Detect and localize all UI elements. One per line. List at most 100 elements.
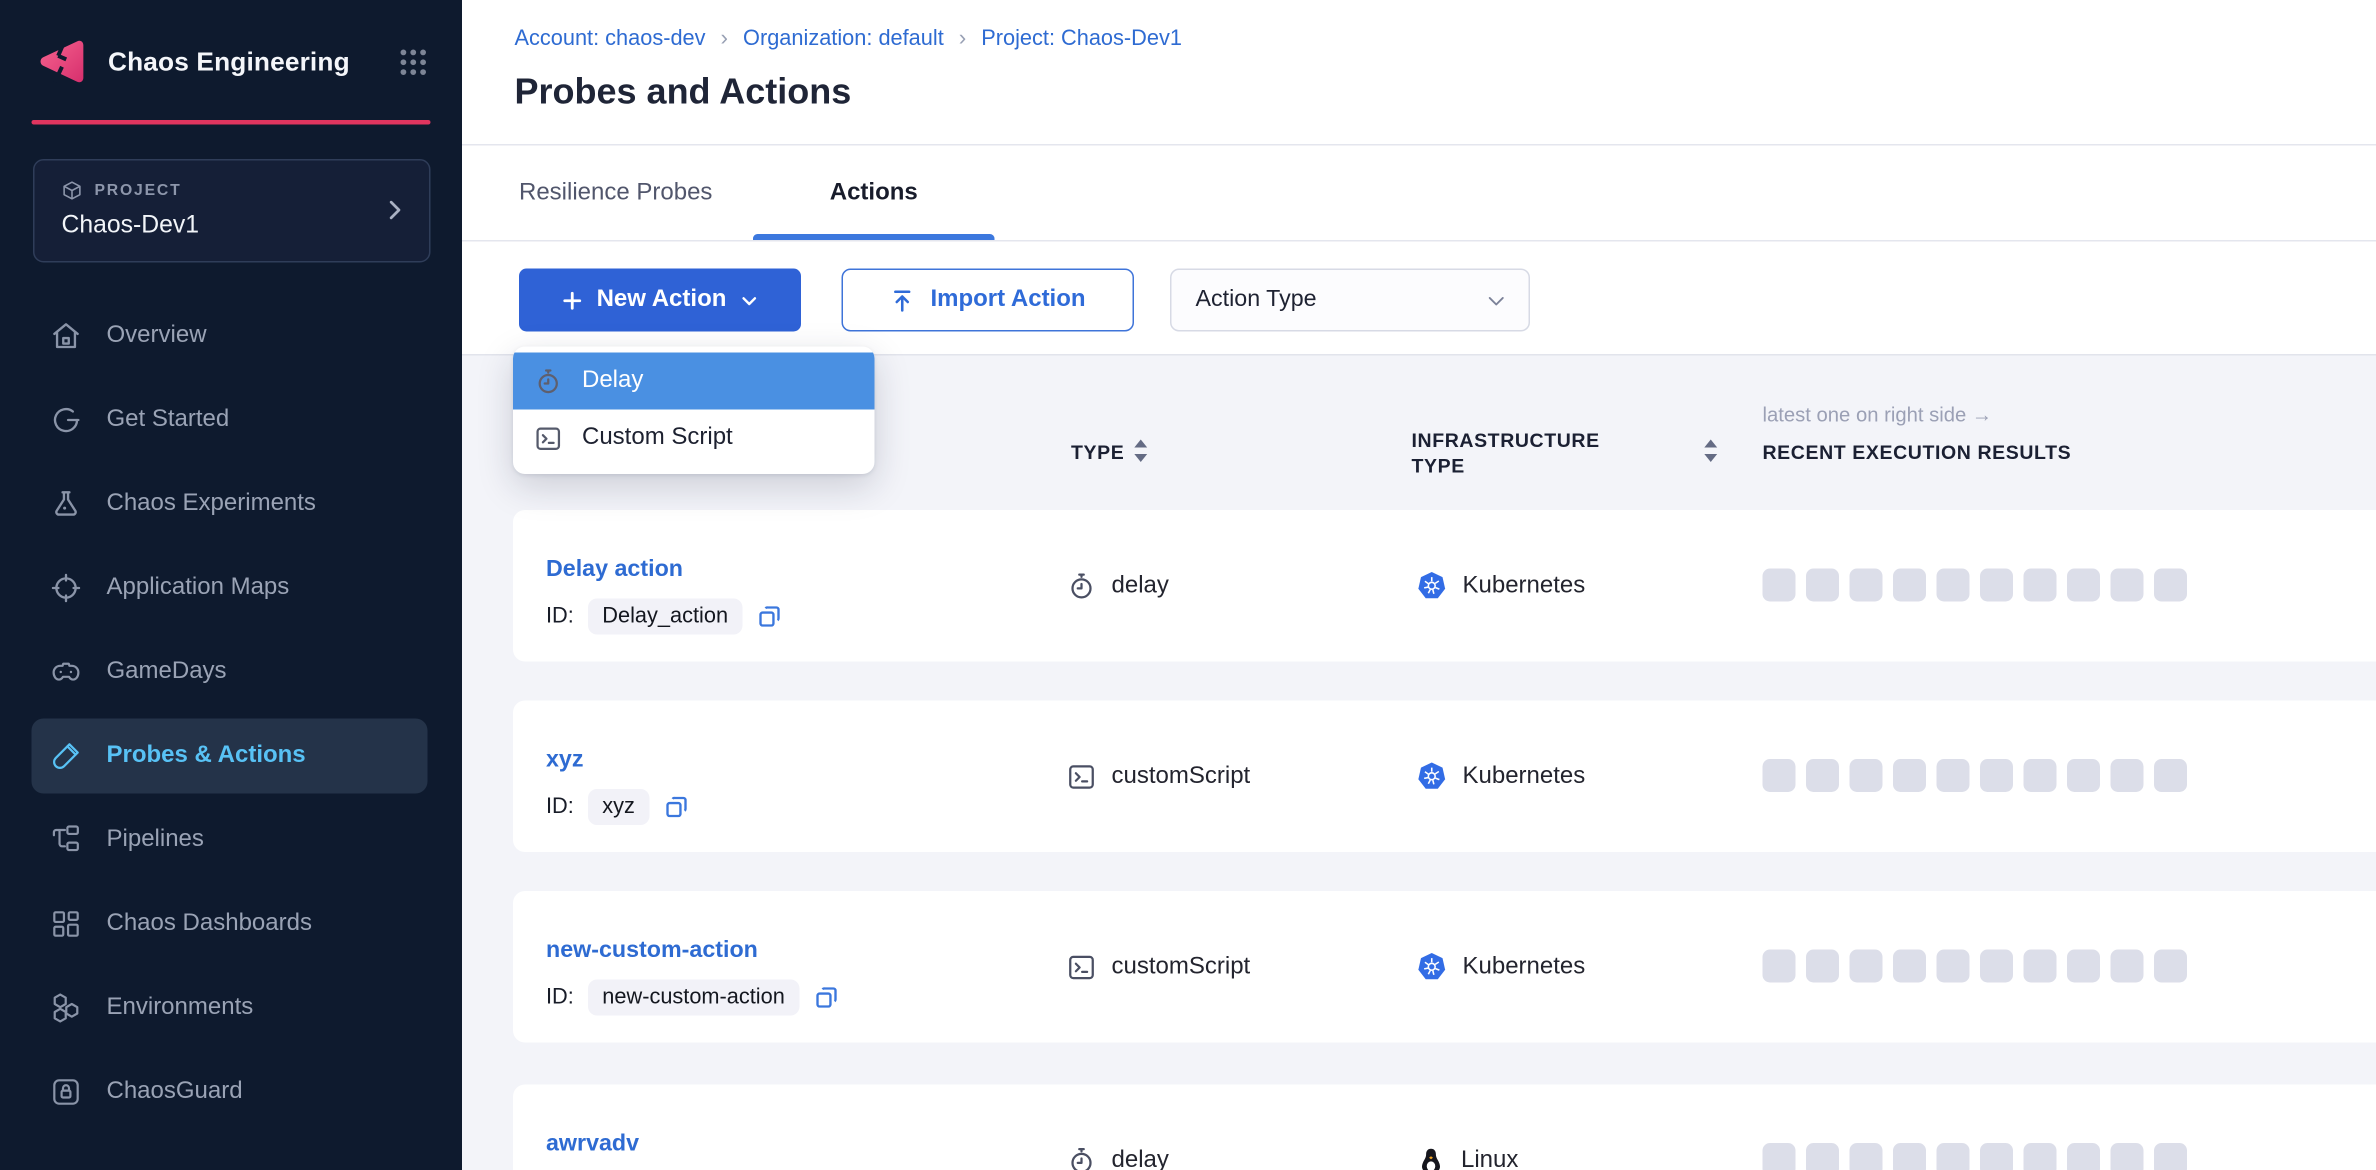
upload-icon bbox=[890, 287, 916, 313]
brand-header: Chaos Engineering bbox=[0, 0, 462, 123]
sidebar-item-chaos-dashboards[interactable]: Chaos Dashboards bbox=[0, 882, 462, 966]
import-action-button[interactable]: Import Action bbox=[842, 269, 1135, 332]
action-type-cell: delay bbox=[1067, 1085, 1169, 1170]
test-tube-icon bbox=[50, 740, 83, 773]
recent-execution-placeholders bbox=[1763, 569, 2188, 602]
action-id-value: new-custom-action bbox=[587, 980, 800, 1016]
action-name-link[interactable]: new-custom-action bbox=[546, 938, 758, 965]
sidebar: Chaos Engineering PROJECT Chaos-Dev1 bbox=[0, 0, 462, 1170]
actions-table: TYPE INFRASTRUCTURE TYPE latest one on r… bbox=[462, 354, 2376, 1170]
table-row[interactable]: awrvadv ID: awrvadv delay bbox=[513, 1085, 2376, 1170]
project-selector[interactable]: PROJECT Chaos-Dev1 bbox=[33, 159, 431, 263]
kubernetes-icon bbox=[1416, 951, 1448, 983]
app-window: Chaos Engineering PROJECT Chaos-Dev1 bbox=[0, 0, 2376, 1170]
chaos-logo-icon bbox=[33, 33, 90, 90]
breadcrumb-separator: › bbox=[721, 25, 729, 51]
table-row[interactable]: xyz ID: xyz customScript bbox=[513, 701, 2376, 853]
column-header-type[interactable]: TYPE bbox=[1071, 441, 1124, 464]
stopwatch-icon bbox=[1067, 571, 1097, 601]
brand-accent-line bbox=[32, 120, 431, 125]
results-order-note: latest one on right side → bbox=[1763, 404, 1993, 427]
sidebar-item-probes-actions[interactable]: Probes & Actions bbox=[0, 714, 462, 798]
table-row[interactable]: new-custom-action ID: new-custom-action … bbox=[513, 891, 2376, 1043]
recent-execution-placeholders bbox=[1763, 1143, 2188, 1170]
copy-icon[interactable] bbox=[813, 984, 840, 1011]
sidebar-item-get-started[interactable]: Get Started bbox=[0, 378, 462, 462]
terminal-icon bbox=[1067, 952, 1097, 982]
breadcrumb-organization[interactable]: Organization: default bbox=[743, 27, 944, 51]
infrastructure-cell: Linux bbox=[1416, 1085, 1518, 1170]
kubernetes-icon bbox=[1416, 570, 1448, 602]
kubernetes-icon bbox=[1416, 761, 1448, 793]
cube-icon bbox=[62, 180, 83, 201]
breadcrumb-account[interactable]: Account: chaos-dev bbox=[515, 27, 706, 51]
module-grid-icon[interactable] bbox=[398, 46, 430, 78]
home-icon bbox=[50, 320, 83, 353]
sidebar-nav: Overview Get Started Chaos Experiments A… bbox=[0, 294, 462, 1134]
app-title: Chaos Engineering bbox=[108, 46, 398, 78]
recent-execution-placeholders bbox=[1763, 759, 2188, 792]
sidebar-item-environments[interactable]: Environments bbox=[0, 966, 462, 1050]
copy-icon[interactable] bbox=[663, 794, 690, 821]
main-content: Account: chaos-dev › Organization: defau… bbox=[462, 0, 2376, 1170]
sort-icon[interactable] bbox=[1131, 440, 1151, 463]
action-name-link[interactable]: awrvadv bbox=[546, 1131, 639, 1158]
tab-resilience-probes[interactable]: Resilience Probes bbox=[519, 146, 712, 241]
sidebar-item-application-maps[interactable]: Application Maps bbox=[0, 546, 462, 630]
action-name-link[interactable]: xyz bbox=[546, 747, 584, 774]
copy-icon[interactable] bbox=[757, 603, 784, 630]
sidebar-item-gamedays[interactable]: GameDays bbox=[0, 630, 462, 714]
tab-actions[interactable]: Actions bbox=[753, 146, 995, 241]
action-id-value: xyz bbox=[587, 789, 650, 825]
stopwatch-icon bbox=[1067, 1145, 1097, 1170]
gamepad-icon bbox=[50, 656, 83, 689]
dashboard-grid-icon bbox=[50, 908, 83, 941]
lock-icon bbox=[50, 1076, 83, 1109]
action-id: ID: Delay_action bbox=[546, 599, 784, 635]
pipeline-icon bbox=[50, 824, 83, 857]
plus-icon bbox=[561, 289, 584, 312]
action-id: ID: new-custom-action bbox=[546, 980, 840, 1016]
column-header-recent-execution-results: RECENT EXECUTION RESULTS bbox=[1763, 441, 2072, 464]
menu-item-custom-script[interactable]: Custom Script bbox=[513, 410, 875, 467]
active-tab-indicator bbox=[753, 234, 995, 240]
hexagons-icon bbox=[50, 992, 83, 1025]
recent-execution-placeholders bbox=[1763, 950, 2188, 983]
action-name-link[interactable]: Delay action bbox=[546, 557, 683, 584]
action-id: ID: xyz bbox=[546, 789, 690, 825]
project-name: Chaos-Dev1 bbox=[62, 212, 406, 241]
action-type-cell: customScript bbox=[1067, 701, 1251, 853]
menu-item-delay[interactable]: Delay bbox=[513, 353, 875, 410]
table-row[interactable]: Delay action ID: Delay_action delay bbox=[513, 510, 2376, 662]
flask-icon bbox=[50, 488, 83, 521]
chevron-down-icon bbox=[1485, 289, 1508, 312]
sidebar-item-chaosguard[interactable]: ChaosGuard bbox=[0, 1050, 462, 1134]
sidebar-item-pipelines[interactable]: Pipelines bbox=[0, 798, 462, 882]
new-action-button[interactable]: New Action bbox=[519, 269, 801, 332]
sort-icon[interactable] bbox=[1701, 440, 1721, 463]
stopwatch-icon bbox=[534, 367, 563, 396]
sidebar-item-chaos-experiments[interactable]: Chaos Experiments bbox=[0, 462, 462, 546]
breadcrumb: Account: chaos-dev › Organization: defau… bbox=[515, 27, 1182, 51]
tab-bar: Resilience Probes Actions bbox=[462, 146, 2376, 242]
progress-circle-icon bbox=[50, 404, 83, 437]
infrastructure-cell: Kubernetes bbox=[1416, 891, 1585, 1043]
action-type-select[interactable]: Action Type bbox=[1170, 269, 1530, 332]
action-type-cell: customScript bbox=[1067, 891, 1251, 1043]
sidebar-item-overview[interactable]: Overview bbox=[0, 294, 462, 378]
action-type-cell: delay bbox=[1067, 510, 1169, 662]
page-title: Probes and Actions bbox=[515, 72, 852, 114]
infrastructure-cell: Kubernetes bbox=[1416, 701, 1585, 853]
terminal-icon bbox=[1067, 761, 1097, 791]
breadcrumb-project[interactable]: Project: Chaos-Dev1 bbox=[981, 27, 1182, 51]
project-label: PROJECT bbox=[95, 182, 182, 200]
linux-icon bbox=[1416, 1145, 1446, 1170]
column-header-infrastructure-type[interactable]: INFRASTRUCTURE TYPE bbox=[1412, 428, 1600, 479]
new-action-dropdown-menu: Delay Custom Script bbox=[513, 347, 875, 475]
terminal-icon bbox=[534, 424, 563, 453]
breadcrumb-separator: › bbox=[959, 25, 967, 51]
chevron-down-icon bbox=[740, 290, 760, 310]
infrastructure-cell: Kubernetes bbox=[1416, 510, 1585, 662]
crosshair-icon bbox=[50, 572, 83, 605]
action-id-value: Delay_action bbox=[587, 599, 743, 635]
